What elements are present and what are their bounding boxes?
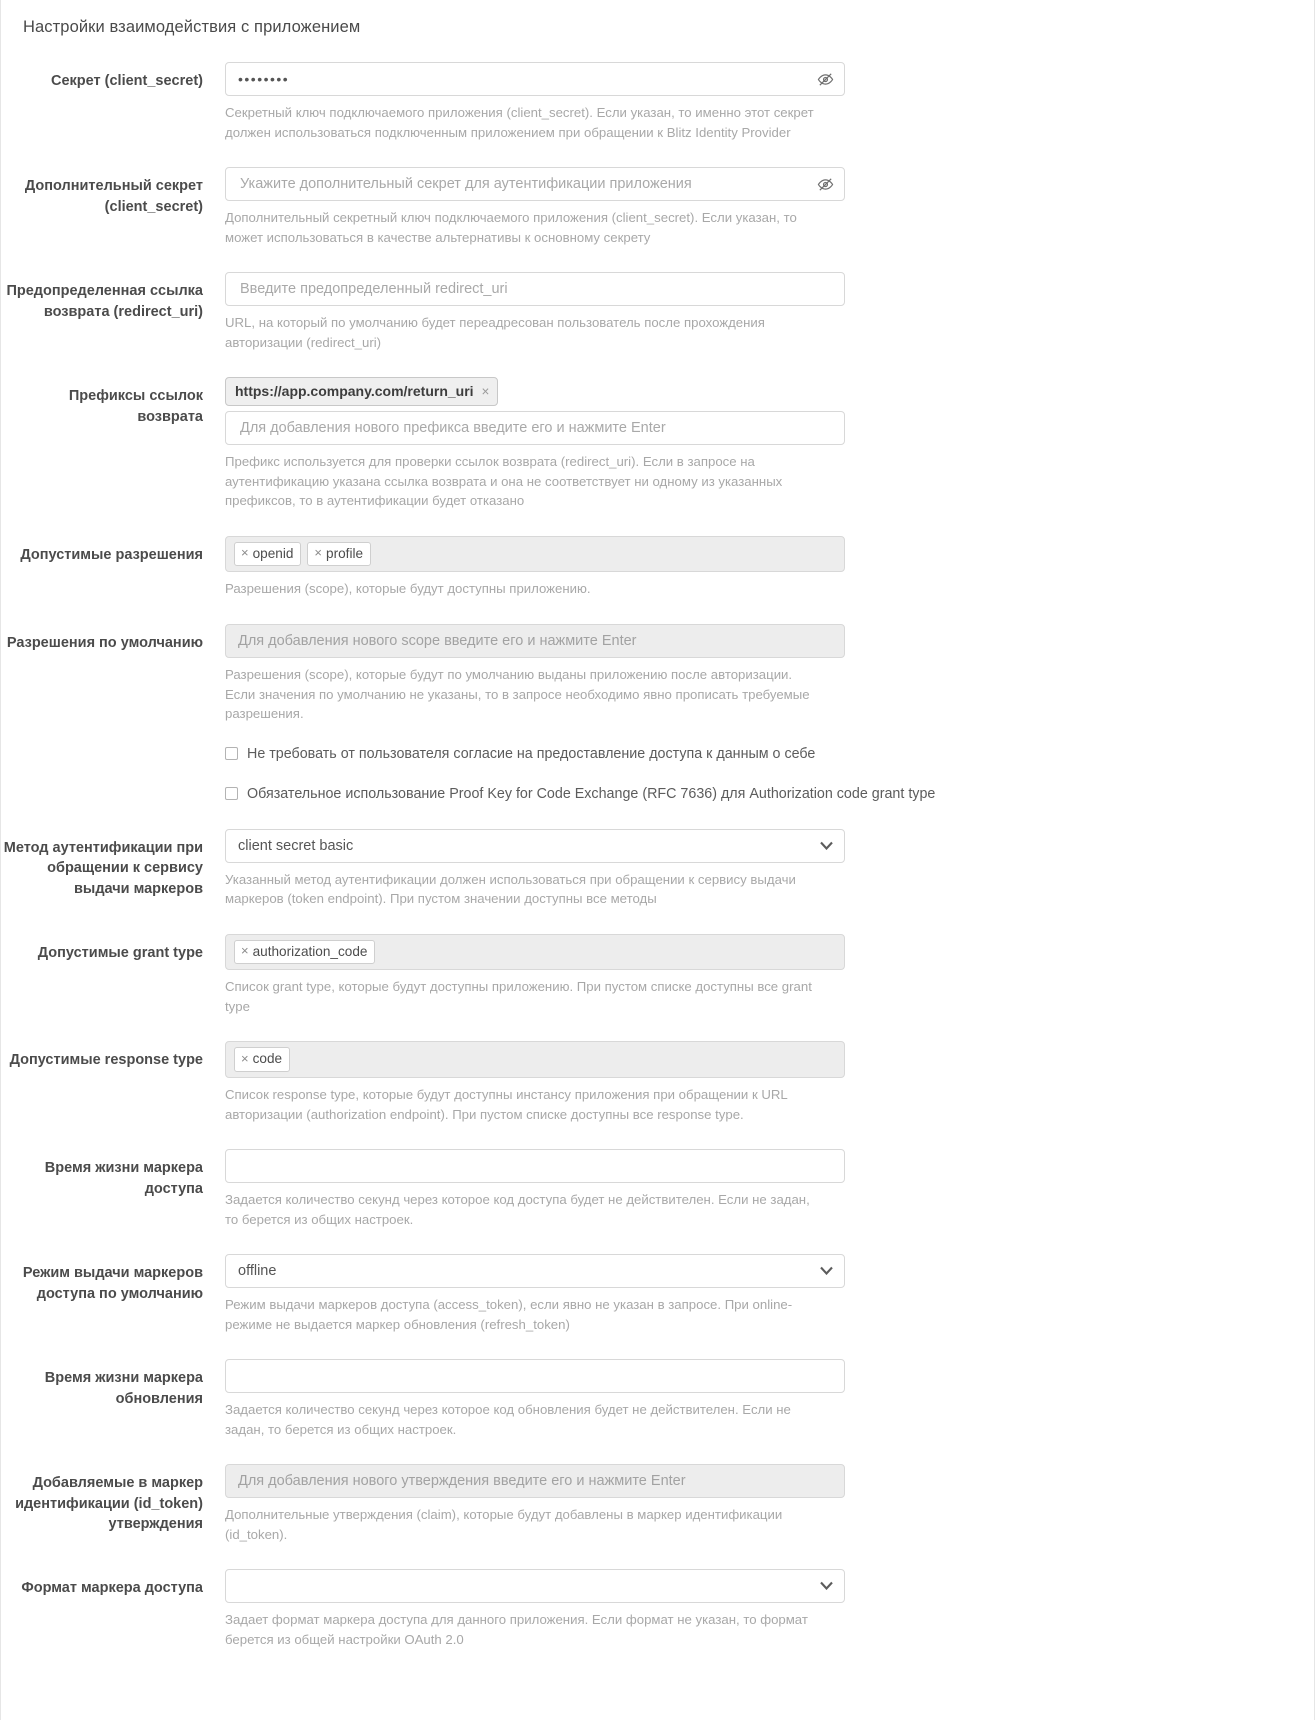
label-token-auth-method: Метод аутентификации при обращении к сер… [3, 839, 203, 897]
hint-allowed-scopes: Разрешения (scope), которые будут доступ… [225, 581, 591, 597]
eye-slash-icon[interactable] [816, 175, 834, 193]
redirect-prefix-chip-list: https://app.company.com/return_uri × [225, 377, 845, 411]
hint-token-auth-method: Указанный метод аутентификации должен ис… [225, 871, 796, 907]
redirect-uri-input-wrapper[interactable] [225, 272, 845, 307]
label-access-token-format: Формат маркера доступа [21, 1580, 203, 1597]
label-redirect-prefixes: Префиксы ссылок возврата [68, 388, 203, 425]
default-scopes-placeholder: Для добавления нового scope введите его … [238, 632, 637, 649]
checkbox-row-require-pkce[interactable]: Обязательное использование Proof Key for… [225, 786, 1314, 802]
access-token-format-select-wrapper[interactable] [225, 1569, 845, 1604]
tag-item[interactable]: × openid [234, 541, 302, 567]
field-row-redirect-uri: Предопределенная ссылка возврата (redire… [1, 269, 1314, 374]
grant-types-tagbox[interactable]: × authorization_code [225, 933, 845, 971]
tag-item[interactable]: × authorization_code [234, 939, 376, 965]
access-token-format-select[interactable] [225, 1569, 845, 1604]
tag-label: authorization_code [252, 943, 368, 959]
allowed-scopes-tagbox[interactable]: × openid × profile [225, 535, 845, 573]
eye-slash-icon[interactable] [816, 70, 834, 88]
settings-page: Настройки взаимодействия с приложением С… [0, 0, 1315, 1720]
refresh-token-ttl-input[interactable] [238, 1360, 832, 1393]
hint-response-types: Список response type, которые будут дост… [225, 1087, 788, 1122]
field-row-client-secret: Секрет (client_secret) •••••••• Секретны… [1, 59, 1314, 164]
page-title: Настройки взаимодействия с приложением [23, 18, 361, 36]
additional-secret-input[interactable] [238, 168, 804, 201]
hint-access-token-format: Задает формат маркера доступа для данног… [225, 1612, 808, 1647]
label-additional-secret: Дополнительный секрет (client_secret) [24, 178, 203, 215]
field-row-access-token-ttl: Время жизни маркера доступа Задается кол… [1, 1146, 1314, 1251]
access-token-mode-select[interactable]: offline [225, 1254, 845, 1289]
field-row-grant-types: Допустимые grant type × authorization_co… [1, 931, 1314, 1039]
label-client-secret: Секрет (client_secret) [51, 73, 203, 89]
field-row-token-auth-method: Метод аутентификации при обращении к сер… [1, 826, 1314, 931]
client-secret-input-wrapper[interactable]: •••••••• [225, 62, 845, 96]
app-interaction-form: Секрет (client_secret) •••••••• Секретны… [1, 37, 1314, 1671]
label-allowed-scopes: Допустимые разрешения [20, 546, 203, 563]
hint-grant-types: Список grant type, которые будут доступн… [225, 979, 812, 1014]
remove-icon[interactable]: × [241, 1051, 249, 1068]
label-grant-types: Допустимые grant type [37, 944, 203, 961]
field-row-id-token-claims: Добавляемые в маркер идентификации (id_t… [1, 1461, 1314, 1566]
checkbox-label-require-pkce: Обязательное использование Proof Key for… [247, 785, 936, 802]
redirect-uri-input[interactable] [238, 273, 832, 306]
token-auth-method-select[interactable]: client secret basic [225, 828, 845, 863]
remove-icon[interactable]: × [482, 384, 490, 399]
field-row-response-types: Допустимые response type × code Список r… [1, 1038, 1314, 1146]
hint-additional-secret: Дополнительный секретный ключ подключаем… [225, 210, 797, 245]
tag-item[interactable]: × profile [307, 541, 372, 567]
access-token-mode-select-wrapper[interactable]: offline [225, 1254, 845, 1289]
id-token-claims-tagbox[interactable]: Для добавления нового утверждения введит… [225, 1464, 845, 1499]
hint-access-token-ttl: Задается количество секунд через которое… [225, 1192, 810, 1227]
access-token-ttl-input-wrapper[interactable] [225, 1149, 845, 1184]
hint-client-secret: Секретный ключ подключаемого приложения … [225, 105, 814, 140]
token-auth-method-select-wrapper[interactable]: client secret basic [225, 828, 845, 863]
tag-item[interactable]: × code [234, 1047, 291, 1073]
remove-icon[interactable]: × [314, 545, 322, 562]
checkbox-require-pkce[interactable] [225, 787, 238, 801]
refresh-token-ttl-input-wrapper[interactable] [225, 1359, 845, 1394]
hint-redirect-prefixes: Префикс используется для проверки ссылок… [225, 454, 783, 509]
field-row-redirect-prefixes: Префиксы ссылок возврата https://app.com… [1, 374, 1314, 533]
checkbox-no-consent[interactable] [225, 747, 238, 761]
checkbox-label-no-consent: Не требовать от пользователя согласие на… [247, 745, 816, 762]
hint-refresh-token-ttl: Задается количество секунд через которое… [225, 1402, 791, 1437]
label-redirect-uri: Предопределенная ссылка возврата (redire… [6, 283, 203, 320]
id-token-claims-placeholder: Для добавления нового утверждения введит… [238, 1473, 686, 1490]
remove-icon[interactable]: × [241, 943, 249, 960]
redirect-prefix-input-wrapper[interactable] [225, 411, 845, 446]
hint-default-scopes: Разрешения (scope), которые будут по умо… [225, 666, 810, 722]
redirect-prefix-chip[interactable]: https://app.company.com/return_uri × [225, 377, 499, 407]
hint-id-token-claims: Дополнительные утверждения (claim), кото… [225, 1507, 783, 1542]
field-row-refresh-token-ttl: Время жизни маркера обновления Задается … [1, 1356, 1314, 1461]
additional-secret-input-wrapper[interactable] [225, 167, 845, 202]
remove-icon[interactable]: × [241, 545, 249, 562]
field-row-allowed-scopes: Допустимые разрешения × openid × profile… [1, 533, 1314, 621]
label-id-token-claims: Добавляемые в маркер идентификации (id_t… [15, 1475, 203, 1533]
client-secret-value: •••••••• [238, 71, 290, 87]
label-response-types: Допустимые response type [9, 1052, 203, 1069]
response-types-tagbox[interactable]: × code [225, 1041, 845, 1079]
hint-redirect-uri: URL, на который по умолчанию будет переа… [225, 315, 765, 350]
default-scopes-tagbox[interactable]: Для добавления нового scope введите его … [225, 623, 845, 658]
label-default-scopes: Разрешения по умолчанию [6, 634, 203, 651]
tag-label: openid [252, 545, 294, 561]
field-row-access-token-format: Формат маркера доступа Задает формат мар… [1, 1566, 1314, 1671]
redirect-prefix-input[interactable] [238, 412, 832, 445]
field-row-default-scopes: Разрешения по умолчанию Для добавления н… [1, 621, 1314, 746]
checkbox-row-no-consent[interactable]: Не требовать от пользователя согласие на… [225, 746, 1314, 762]
label-refresh-token-ttl: Время жизни маркера обновления [44, 1370, 203, 1407]
hint-access-token-mode: Режим выдачи маркеров доступа (access_to… [225, 1297, 793, 1332]
access-token-ttl-input[interactable] [238, 1150, 832, 1183]
tag-label: code [252, 1051, 283, 1067]
chip-label: https://app.company.com/return_uri [235, 383, 474, 400]
field-row-additional-secret: Дополнительный секрет (client_secret) До… [1, 164, 1314, 269]
field-row-access-token-mode: Режим выдачи маркеров доступа по умолчан… [1, 1251, 1314, 1356]
label-access-token-mode: Режим выдачи маркеров доступа по умолчан… [22, 1265, 203, 1302]
label-access-token-ttl: Время жизни маркера доступа [44, 1160, 203, 1197]
tag-label: profile [326, 545, 364, 561]
